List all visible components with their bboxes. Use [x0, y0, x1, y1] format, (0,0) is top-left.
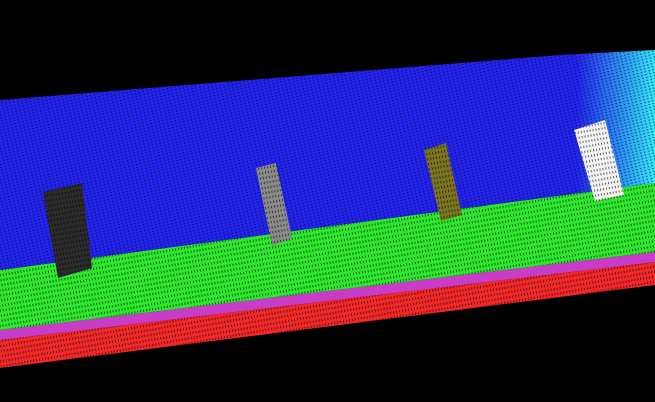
- point-cloud-scene: [0, 50, 655, 368]
